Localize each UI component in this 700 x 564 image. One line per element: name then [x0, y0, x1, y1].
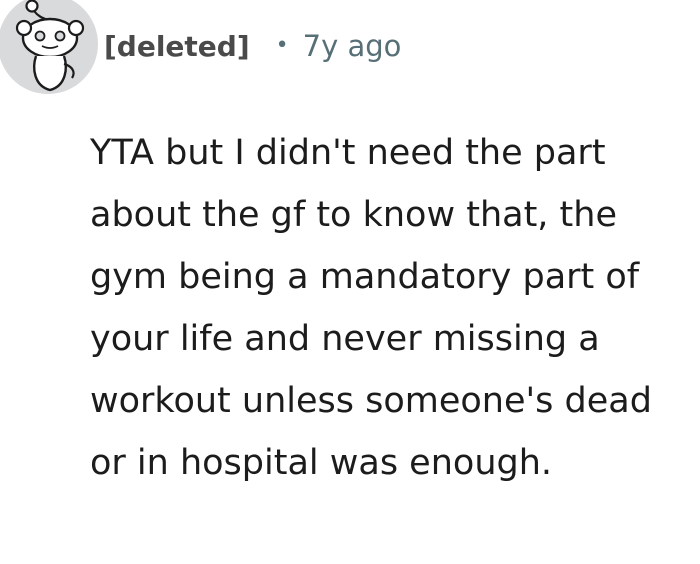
- comment-text: YTA but I didn't need the part about the…: [90, 133, 652, 483]
- comment: [deleted] • 7y ago YTA but I didn't need…: [0, 0, 700, 564]
- meta-separator: •: [275, 32, 289, 58]
- avatar[interactable]: [0, 0, 98, 94]
- snoo-icon: [15, 0, 85, 92]
- comment-meta: [deleted] • 7y ago: [104, 24, 401, 68]
- comment-body: YTA but I didn't need the part about the…: [90, 122, 690, 494]
- timestamp[interactable]: 7y ago: [303, 29, 402, 63]
- author-name[interactable]: [deleted]: [104, 30, 250, 63]
